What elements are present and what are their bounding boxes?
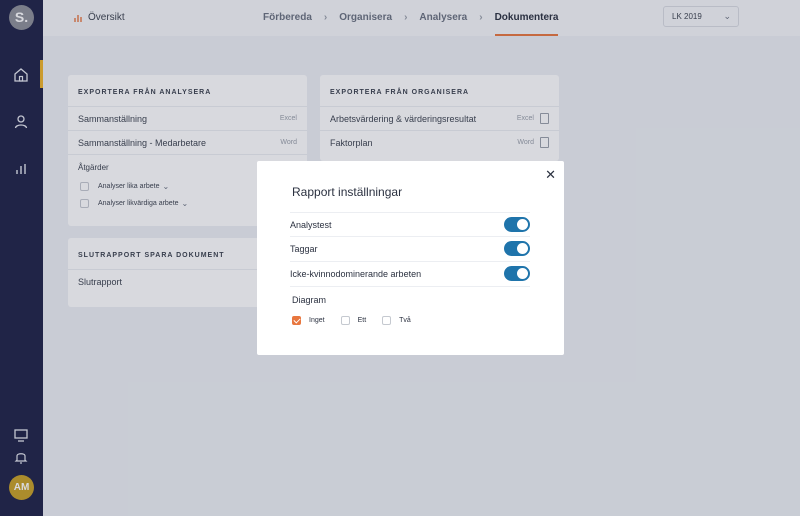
diagram-label: Diagram	[292, 295, 327, 305]
option-label: Ett	[357, 317, 367, 324]
close-icon[interactable]: ✕	[545, 167, 556, 183]
toggle-switch[interactable]	[504, 217, 530, 232]
toggle-label: Taggar	[290, 243, 318, 254]
checkbox-checked[interactable]	[292, 316, 301, 325]
diagram-option-inget[interactable]: Inget	[292, 316, 325, 325]
report-settings-modal: ✕ Rapport inställningar Analystest Tagga…	[257, 161, 564, 355]
toggle-label: Analystest	[290, 219, 332, 230]
checkbox[interactable]	[340, 316, 350, 325]
toggle-row: Taggar	[290, 236, 530, 260]
diagram-option-tva[interactable]: Två	[382, 316, 411, 325]
toggle-switch[interactable]	[504, 241, 530, 256]
checkbox[interactable]	[382, 316, 392, 325]
modal-title: Rapport inställningar	[292, 185, 403, 199]
diagram-options: Inget Ett Två	[292, 316, 417, 325]
diagram-option-ett[interactable]: Ett	[340, 316, 367, 325]
divider	[290, 286, 530, 287]
toggle-row: Analystest	[290, 212, 530, 236]
option-label: Inget	[309, 317, 325, 324]
toggle-label: Icke-kvinnodominerande arbeten	[290, 268, 422, 279]
option-label: Två	[399, 317, 411, 324]
toggle-switch[interactable]	[504, 266, 530, 281]
toggle-row: Icke-kvinnodominerande arbeten	[290, 261, 530, 285]
